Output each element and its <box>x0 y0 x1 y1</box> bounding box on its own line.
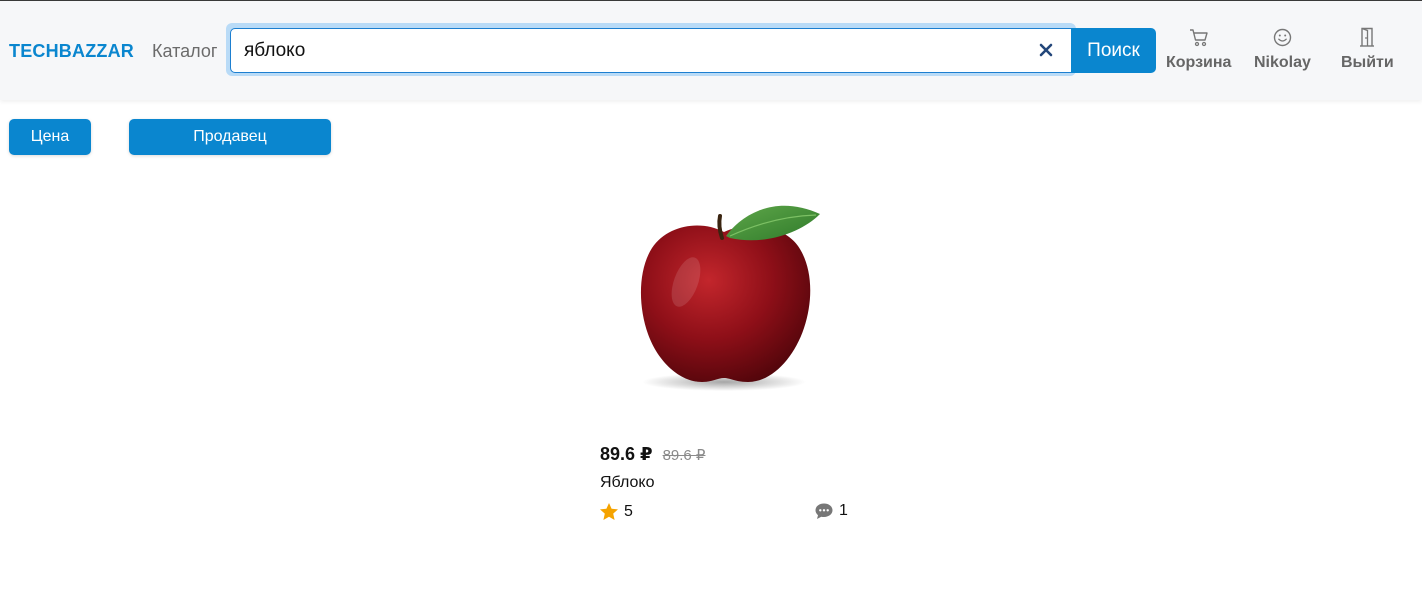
price-row: 89.6 ₽ 89.6 ₽ <box>600 444 705 465</box>
current-price: 89.6 ₽ <box>600 444 653 464</box>
reviews-count: 1 <box>839 502 848 519</box>
search-button[interactable]: Поиск <box>1071 28 1156 73</box>
search-input[interactable] <box>230 28 1072 73</box>
cart-icon <box>1189 28 1208 46</box>
door-icon <box>1360 27 1375 47</box>
star-icon <box>600 503 618 520</box>
close-icon <box>1039 43 1053 57</box>
product-rating: 5 <box>599 502 633 521</box>
filter-seller-button[interactable]: Продавец <box>129 119 331 155</box>
rating-value: 5 <box>624 502 633 520</box>
old-price: 89.6 ₽ <box>662 447 706 464</box>
nav-logout-label: Выйти <box>1341 54 1394 71</box>
clear-search-button[interactable] <box>1034 38 1058 62</box>
nav-user[interactable]: Nikolay <box>1254 26 1311 78</box>
logo[interactable]: TECHBAZZAR <box>9 41 134 62</box>
apple-image[interactable] <box>606 186 846 402</box>
filter-price-button[interactable]: Цена <box>9 119 91 155</box>
nav-cart-label: Корзина <box>1166 54 1232 71</box>
product-reviews[interactable]: 1 <box>814 502 848 520</box>
smiley-icon <box>1273 28 1292 46</box>
nav-cart[interactable]: Корзина <box>1166 26 1231 78</box>
nav-logout[interactable]: Выйти <box>1341 26 1394 78</box>
product-title[interactable]: Яблоко <box>600 474 655 492</box>
catalog-link[interactable]: Каталог <box>152 41 217 62</box>
product-card: 89.6 ₽ 89.6 ₽ Яблоко 5 1 <box>596 186 856 526</box>
comment-icon <box>815 503 833 519</box>
nav-user-label: Nikolay <box>1254 54 1311 71</box>
